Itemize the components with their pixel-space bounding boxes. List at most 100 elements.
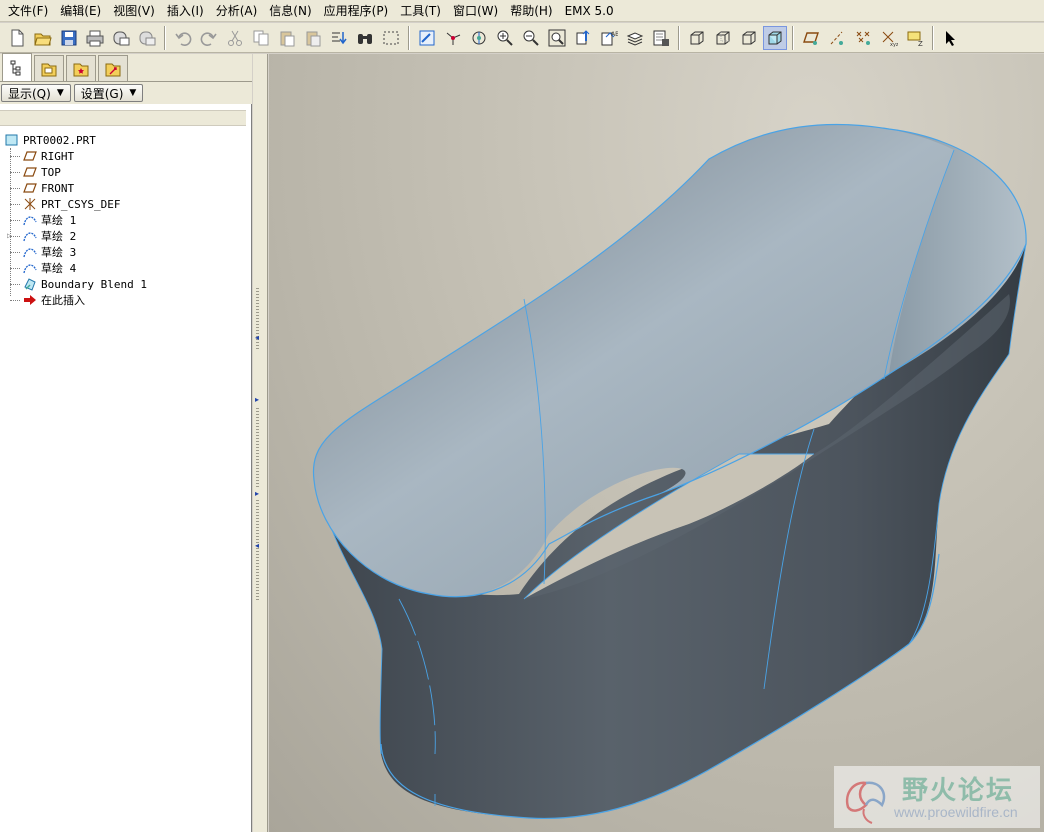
tree-item-sketch-1[interactable]: 草绘 1 xyxy=(0,212,250,228)
zoom-out-icon[interactable] xyxy=(519,26,543,50)
tree-item-label: TOP xyxy=(41,165,61,179)
cut-icon[interactable] xyxy=(223,26,247,50)
refit-icon[interactable] xyxy=(545,26,569,50)
undo-icon[interactable] xyxy=(171,26,195,50)
sketch-icon xyxy=(22,229,38,243)
collapse-left-icon[interactable]: ◂ xyxy=(255,542,263,550)
menu-edit[interactable]: 编辑(E) xyxy=(54,1,107,21)
graphics-window[interactable]: 野火论坛 www.proewildfire.cn xyxy=(269,54,1044,832)
tree-column-header xyxy=(0,110,246,126)
tab-model-tree[interactable] xyxy=(2,53,32,81)
tree-connector-line xyxy=(10,148,11,296)
menu-info[interactable]: 信息(N) xyxy=(263,1,317,21)
layers-icon[interactable] xyxy=(623,26,647,50)
tree-root-part[interactable]: PRT0002.PRT xyxy=(0,132,250,148)
paste-icon[interactable] xyxy=(275,26,299,50)
expand-right-icon[interactable]: ▸ xyxy=(255,396,263,404)
csys-icon xyxy=(22,197,38,211)
tree-item-label: 在此插入 xyxy=(41,294,85,307)
tree-item-sketch-4[interactable]: 草绘 4 xyxy=(0,260,250,276)
tree-item-label: Boundary Blend 1 xyxy=(41,277,147,291)
tab-connections[interactable] xyxy=(98,55,128,81)
insert-here-arrow-icon xyxy=(22,293,38,307)
menu-view[interactable]: 视图(V) xyxy=(107,1,161,21)
datum-point-toggle-icon[interactable] xyxy=(851,26,875,50)
menu-emx[interactable]: EMX 5.0 xyxy=(559,1,620,21)
expand-right-icon[interactable]: ▸ xyxy=(255,490,263,498)
sketch-icon xyxy=(22,261,38,275)
zoom-in-icon[interactable] xyxy=(493,26,517,50)
menu-insert[interactable]: 插入(I) xyxy=(161,1,210,21)
tree-item-front[interactable]: FRONT xyxy=(0,180,250,196)
orient-mode-icon[interactable] xyxy=(467,26,491,50)
sketch-icon xyxy=(22,213,38,227)
datum-plane-icon xyxy=(22,149,38,163)
menu-analysis[interactable]: 分析(A) xyxy=(210,1,264,21)
favorites-icon xyxy=(73,63,89,76)
hidden-line-icon[interactable] xyxy=(711,26,735,50)
menu-window[interactable]: 窗口(W) xyxy=(447,1,504,21)
csys-toggle-icon[interactable]: xyz xyxy=(877,26,901,50)
datum-axis-toggle-icon[interactable] xyxy=(825,26,849,50)
panel-splitter[interactable]: ◂ ▸ ▸ ◂ xyxy=(253,54,268,832)
toolbar-separator xyxy=(792,25,794,50)
annotation-toggle-icon[interactable]: Z xyxy=(903,26,927,50)
tree-controls: 显示(Q) ▼ 设置(G) ▼ xyxy=(0,82,252,104)
spin-center-icon[interactable] xyxy=(441,26,465,50)
settings-dropdown[interactable]: 设置(G) ▼ xyxy=(73,84,144,102)
menu-help[interactable]: 帮助(H) xyxy=(504,1,558,21)
view-manager-icon[interactable] xyxy=(649,26,673,50)
svg-text:xyz: xyz xyxy=(890,42,898,47)
tree-item-right[interactable]: RIGHT xyxy=(0,148,250,164)
wildfire-logo-icon xyxy=(845,781,886,824)
redo-icon[interactable] xyxy=(197,26,221,50)
menu-tools[interactable]: 工具(T) xyxy=(394,1,447,21)
toolbar-separator xyxy=(408,25,410,50)
open-folder-icon[interactable] xyxy=(31,26,55,50)
tree-item-sketch-3[interactable]: 草绘 3 xyxy=(0,244,250,260)
collapse-left-icon[interactable]: ◂ xyxy=(255,334,263,342)
saved-views-icon[interactable]: AB xyxy=(597,26,621,50)
menu-file[interactable]: 文件(F) xyxy=(2,1,54,21)
tree-item-label: 草绘 4 xyxy=(41,262,77,275)
reorient-icon[interactable] xyxy=(571,26,595,50)
splitter-grip xyxy=(256,408,259,488)
send-attachment-icon[interactable] xyxy=(135,26,159,50)
wireframe-icon[interactable] xyxy=(685,26,709,50)
tree-item-insert-here[interactable]: 在此插入 xyxy=(0,292,250,308)
repaint-icon[interactable] xyxy=(415,26,439,50)
sketch-icon xyxy=(22,245,38,259)
shading-icon[interactable] xyxy=(763,25,787,50)
select-arrow-icon[interactable] xyxy=(939,26,963,50)
tab-favorites[interactable] xyxy=(66,55,96,81)
datum-plane-icon xyxy=(22,165,38,179)
print-icon[interactable] xyxy=(83,26,107,50)
send-mail-icon[interactable] xyxy=(109,26,133,50)
paste-special-icon[interactable] xyxy=(301,26,325,50)
tree-item-top[interactable]: TOP xyxy=(0,164,250,180)
tree-item-label: 草绘 1 xyxy=(41,214,77,227)
regenerate-icon[interactable] xyxy=(327,26,351,50)
show-dropdown[interactable]: 显示(Q) ▼ xyxy=(1,84,71,102)
tab-folder-browser[interactable] xyxy=(34,55,64,81)
chevron-down-icon: ▼ xyxy=(56,88,64,98)
model-tree-icon xyxy=(10,60,21,75)
select-box-icon[interactable] xyxy=(379,26,403,50)
watermark-url: www.proewildfire.cn xyxy=(894,804,1018,820)
show-label: 显示(Q) xyxy=(8,86,51,101)
datum-plane-toggle-icon[interactable] xyxy=(799,26,823,50)
menu-applications[interactable]: 应用程序(P) xyxy=(318,1,395,21)
main-toolbar: AB xyz Z xyxy=(0,23,1044,53)
copy-icon[interactable] xyxy=(249,26,273,50)
svg-text:Z: Z xyxy=(918,40,923,47)
chevron-down-icon: ▼ xyxy=(129,88,137,98)
search-binoculars-icon[interactable] xyxy=(353,26,377,50)
new-file-icon[interactable] xyxy=(5,26,29,50)
splitter-grip xyxy=(256,500,259,600)
tree-item-boundary-blend[interactable]: Boundary Blend 1 xyxy=(0,276,250,292)
no-hidden-icon[interactable] xyxy=(737,26,761,50)
tree-item-sketch-2[interactable]: ▷ 草绘 2 xyxy=(0,228,250,244)
tree-item-csys[interactable]: PRT_CSYS_DEF xyxy=(0,196,250,212)
save-icon[interactable] xyxy=(57,26,81,50)
watermark-title: 野火论坛 xyxy=(902,776,1015,806)
